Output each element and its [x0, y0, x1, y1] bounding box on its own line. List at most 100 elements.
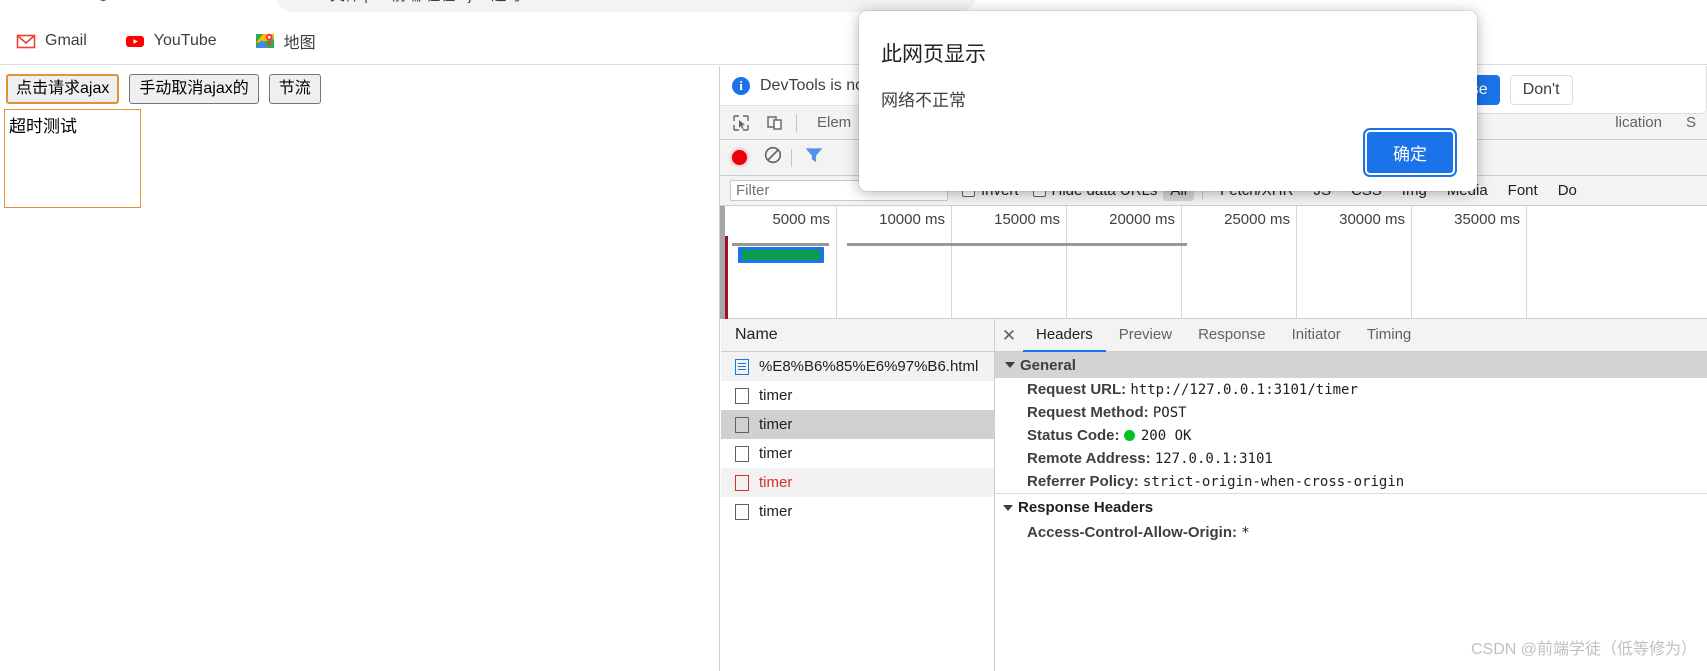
back-arrow-icon[interactable]: ‹ — [10, 0, 15, 5]
header-row-referrer-policy: Referrer Policy: strict-origin-when-cros… — [995, 470, 1707, 493]
reload-icon[interactable]: ⟳ — [98, 0, 111, 6]
section-response-headers-header[interactable]: Response Headers — [995, 493, 1707, 521]
tab-response[interactable]: Response — [1185, 319, 1279, 352]
close-icon[interactable]: ✕ — [995, 319, 1023, 352]
request-name: timer — [759, 387, 793, 404]
bookmark-label: YouTube — [153, 32, 217, 49]
timeline-tick-cell: 35000 ms — [1412, 206, 1527, 319]
network-timeline-overview[interactable]: 5000 ms 10000 ms 15000 ms 20000 ms 25000… — [720, 206, 1707, 319]
record-button-icon[interactable] — [732, 150, 747, 165]
chevron-down-icon — [1003, 504, 1013, 511]
request-detail-pane: ✕ Headers Preview Response Initiator Tim… — [995, 319, 1707, 671]
tab-headers[interactable]: Headers — [1023, 319, 1106, 352]
timeline-tick-label: 35000 ms — [1454, 211, 1520, 228]
device-toolbar-icon[interactable] — [762, 112, 788, 134]
request-name: timer — [759, 474, 793, 491]
header-row-request-url: Request URL: http://127.0.0.1:3101/timer — [995, 378, 1707, 401]
detail-tabbar: ✕ Headers Preview Response Initiator Tim… — [995, 319, 1707, 352]
column-header-name: Name — [735, 326, 778, 343]
watermark: CSDN @前端学徒（低等修为） — [1470, 641, 1697, 658]
toolbar-divider — [796, 113, 797, 132]
header-key: Request URL: — [1027, 381, 1127, 398]
google-maps-icon — [255, 31, 275, 51]
throttle-button[interactable]: 节流 — [268, 74, 321, 105]
table-row[interactable]: timer — [721, 439, 994, 468]
xhr-icon — [735, 445, 749, 462]
request-name: timer — [759, 416, 793, 433]
header-row-remote-address: Remote Address: 127.0.0.1:3101 — [995, 447, 1707, 470]
timeline-tick-label: 5000 ms — [772, 211, 830, 228]
address-bar-url[interactable]: 文件 | D:/前端/在在/ajax/超时.html — [330, 0, 554, 5]
forward-arrow-icon[interactable]: › — [54, 0, 59, 5]
inspect-element-icon[interactable] — [728, 112, 754, 134]
header-value: * — [1241, 525, 1250, 541]
dialog-message: 网络不正常 — [881, 91, 966, 110]
bookmark-youtube[interactable]: YouTube — [119, 28, 223, 54]
timeline-tick-label: 30000 ms — [1339, 211, 1405, 228]
request-name: timer — [759, 503, 793, 520]
table-row[interactable]: timer — [721, 410, 994, 439]
network-request-list[interactable]: Name %E8%B6%85%E6%97%B6.html timer timer… — [721, 319, 995, 671]
section-title: Response Headers — [1018, 499, 1154, 516]
xhr-icon — [735, 416, 749, 433]
header-value: POST — [1152, 405, 1187, 421]
tab-preview[interactable]: Preview — [1106, 319, 1185, 352]
dialog-ok-button[interactable]: 确定 — [1365, 130, 1455, 175]
page-button-row: 点击请求ajax 手动取消ajax的 节流 — [6, 74, 321, 105]
toolbar-divider — [791, 148, 792, 167]
timeline-tick-label: 15000 ms — [994, 211, 1060, 228]
bookmark-maps[interactable]: 地图 — [249, 26, 322, 56]
header-key: Remote Address: — [1027, 450, 1151, 467]
header-row-status-code: Status Code: 200 OK — [995, 424, 1707, 447]
status-ok-icon — [1123, 430, 1135, 441]
request-name: timer — [759, 445, 793, 462]
header-value: 200 OK — [1140, 428, 1192, 444]
header-key: Referrer Policy: — [1027, 473, 1139, 490]
request-list-header: Name — [721, 319, 994, 352]
timeline-tick-cell: 25000 ms — [1182, 206, 1297, 319]
timeline-tick-cell: 30000 ms — [1297, 206, 1412, 319]
xhr-icon — [735, 474, 749, 491]
tab-initiator[interactable]: Initiator — [1279, 319, 1354, 352]
table-row[interactable]: timer — [721, 497, 994, 526]
request-name: %E8%B6%85%E6%97%B6.html — [759, 358, 979, 375]
info-icon: i — [732, 76, 750, 95]
section-general-header[interactable]: General — [995, 352, 1707, 378]
bookmark-label: Gmail — [45, 32, 87, 49]
header-key: Status Code: — [1027, 427, 1120, 444]
alert-dialog: 此网页显示 网络不正常 确定 — [859, 11, 1477, 191]
devtools-tab-elements[interactable]: Elem — [805, 106, 863, 139]
timeline-tick-label: 25000 ms — [1224, 211, 1290, 228]
timeline-tick-cell: 10000 ms — [837, 206, 952, 319]
cancel-ajax-button[interactable]: 手动取消ajax的 — [129, 74, 259, 105]
bookmark-gmail[interactable]: Gmail — [10, 28, 93, 54]
dialog-title: 此网页显示 — [881, 43, 986, 66]
translate-dont-button[interactable]: Don't — [1509, 74, 1573, 105]
youtube-icon — [125, 31, 145, 51]
overview-request-bar — [732, 243, 829, 246]
overview-request-bar — [847, 243, 1187, 246]
tab-timing[interactable]: Timing — [1354, 319, 1424, 352]
xhr-icon — [735, 503, 749, 520]
table-row[interactable]: %E8%B6%85%E6%97%B6.html — [721, 352, 994, 381]
browser-window: ‹ › ⟳ 文件 | D:/前端/在在/ajax/超时.html Gmail — [0, 0, 1707, 671]
header-key: Access-Control-Allow-Origin: — [1027, 524, 1238, 541]
timeline-tick-cell: 15000 ms — [952, 206, 1067, 319]
timeline-tick-label: 20000 ms — [1109, 211, 1175, 228]
output-textarea[interactable] — [4, 109, 141, 208]
request-ajax-button[interactable]: 点击请求ajax — [6, 74, 120, 105]
document-icon — [735, 358, 749, 375]
filter-funnel-icon[interactable] — [804, 145, 824, 170]
clear-icon[interactable] — [763, 145, 783, 170]
devtools-notice-text: DevTools is no — [760, 76, 865, 94]
header-value: 127.0.0.1:3101 — [1154, 451, 1273, 467]
type-filter-doc[interactable]: Do — [1551, 180, 1584, 201]
table-row[interactable]: timer — [721, 381, 994, 410]
timeline-tick-cell: 20000 ms — [1067, 206, 1182, 319]
type-filter-font[interactable]: Font — [1501, 180, 1545, 201]
bookmark-label: 地图 — [283, 35, 316, 52]
gmail-icon — [16, 31, 36, 51]
header-value: strict-origin-when-cross-origin — [1142, 474, 1405, 490]
header-row-request-method: Request Method: POST — [995, 401, 1707, 424]
table-row[interactable]: timer — [721, 468, 994, 497]
